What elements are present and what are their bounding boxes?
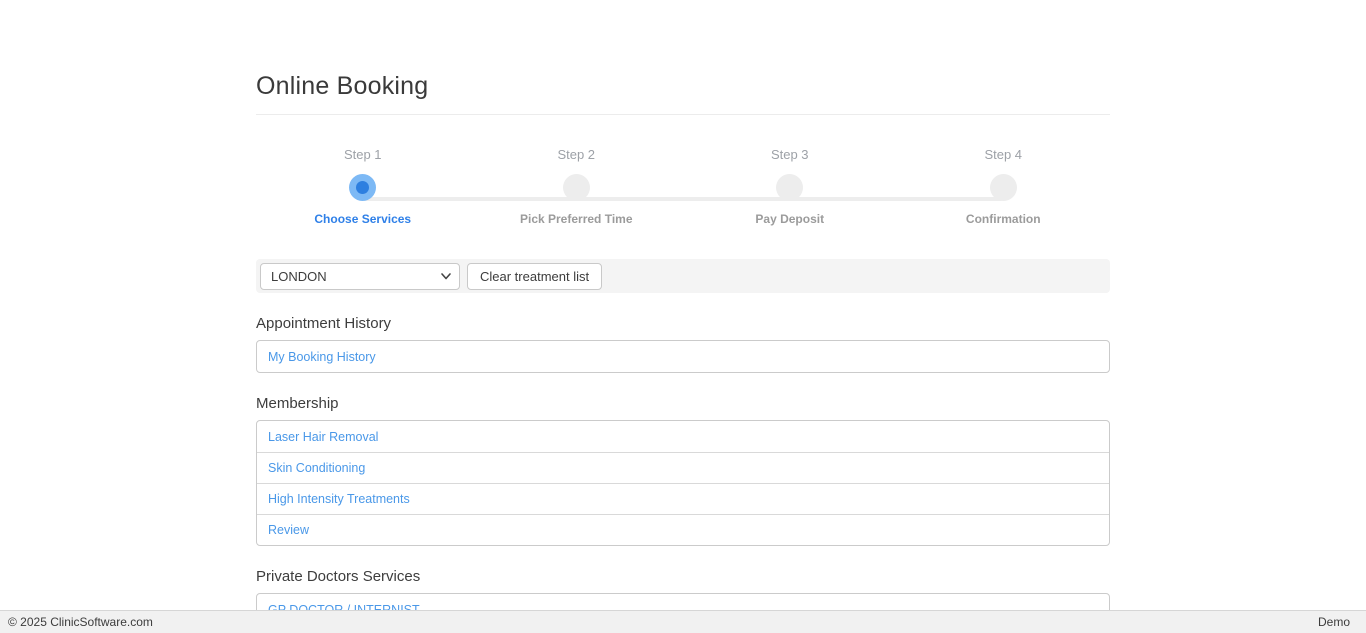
- step-4-confirmation: Step 4 Confirmation: [897, 147, 1111, 226]
- section-heading-private-doctors-services: Private Doctors Services: [256, 568, 1110, 585]
- step-3-dot-icon: [776, 174, 803, 201]
- section-heading-membership: Membership: [256, 395, 1110, 412]
- step-number-label: Step 1: [344, 147, 382, 163]
- page-title: Online Booking: [256, 72, 1110, 101]
- high-intensity-treatments-link[interactable]: High Intensity Treatments: [268, 492, 410, 506]
- step-number-label: Step 4: [984, 147, 1022, 163]
- review-link[interactable]: Review: [268, 523, 309, 537]
- step-4-dot-icon: [990, 174, 1017, 201]
- title-divider: [256, 114, 1110, 115]
- list-item[interactable]: High Intensity Treatments: [257, 483, 1109, 514]
- location-select-wrap: LONDON: [260, 263, 460, 290]
- footer-copyright: © 2025 ClinicSoftware.com: [8, 615, 153, 629]
- step-2-pick-preferred-time: Step 2 Pick Preferred Time: [470, 147, 684, 226]
- list-item[interactable]: Skin Conditioning: [257, 452, 1109, 483]
- appointment-history-list: My Booking History: [256, 340, 1110, 373]
- skin-conditioning-link[interactable]: Skin Conditioning: [268, 461, 365, 475]
- membership-list: Laser Hair Removal Skin Conditioning Hig…: [256, 420, 1110, 546]
- step-3-pay-deposit: Step 3 Pay Deposit: [683, 147, 897, 226]
- step-name-label: Pick Preferred Time: [520, 212, 633, 226]
- step-number-label: Step 2: [557, 147, 595, 163]
- footer: © 2025 ClinicSoftware.com Demo: [0, 610, 1366, 633]
- filter-toolbar: LONDON Clear treatment list: [256, 259, 1110, 293]
- step-name-label: Choose Services: [314, 212, 411, 226]
- list-item[interactable]: My Booking History: [257, 341, 1109, 372]
- clear-treatment-list-button[interactable]: Clear treatment list: [467, 263, 602, 290]
- step-2-dot-icon: [563, 174, 590, 201]
- step-1-dot-icon: [349, 174, 376, 201]
- my-booking-history-link[interactable]: My Booking History: [268, 350, 376, 364]
- step-number-label: Step 3: [771, 147, 809, 163]
- step-name-label: Confirmation: [966, 212, 1041, 226]
- section-heading-appointment-history: Appointment History: [256, 315, 1110, 332]
- location-select[interactable]: LONDON: [260, 263, 460, 290]
- laser-hair-removal-link[interactable]: Laser Hair Removal: [268, 430, 378, 444]
- list-item[interactable]: Laser Hair Removal: [257, 421, 1109, 452]
- list-item[interactable]: Review: [257, 514, 1109, 545]
- step-name-label: Pay Deposit: [755, 212, 824, 226]
- main-content: Online Booking Step 1 Choose Services St…: [256, 0, 1110, 626]
- footer-demo-label: Demo: [1318, 615, 1350, 629]
- booking-stepper: Step 1 Choose Services Step 2 Pick Prefe…: [256, 147, 1110, 226]
- step-1-choose-services: Step 1 Choose Services: [256, 147, 470, 226]
